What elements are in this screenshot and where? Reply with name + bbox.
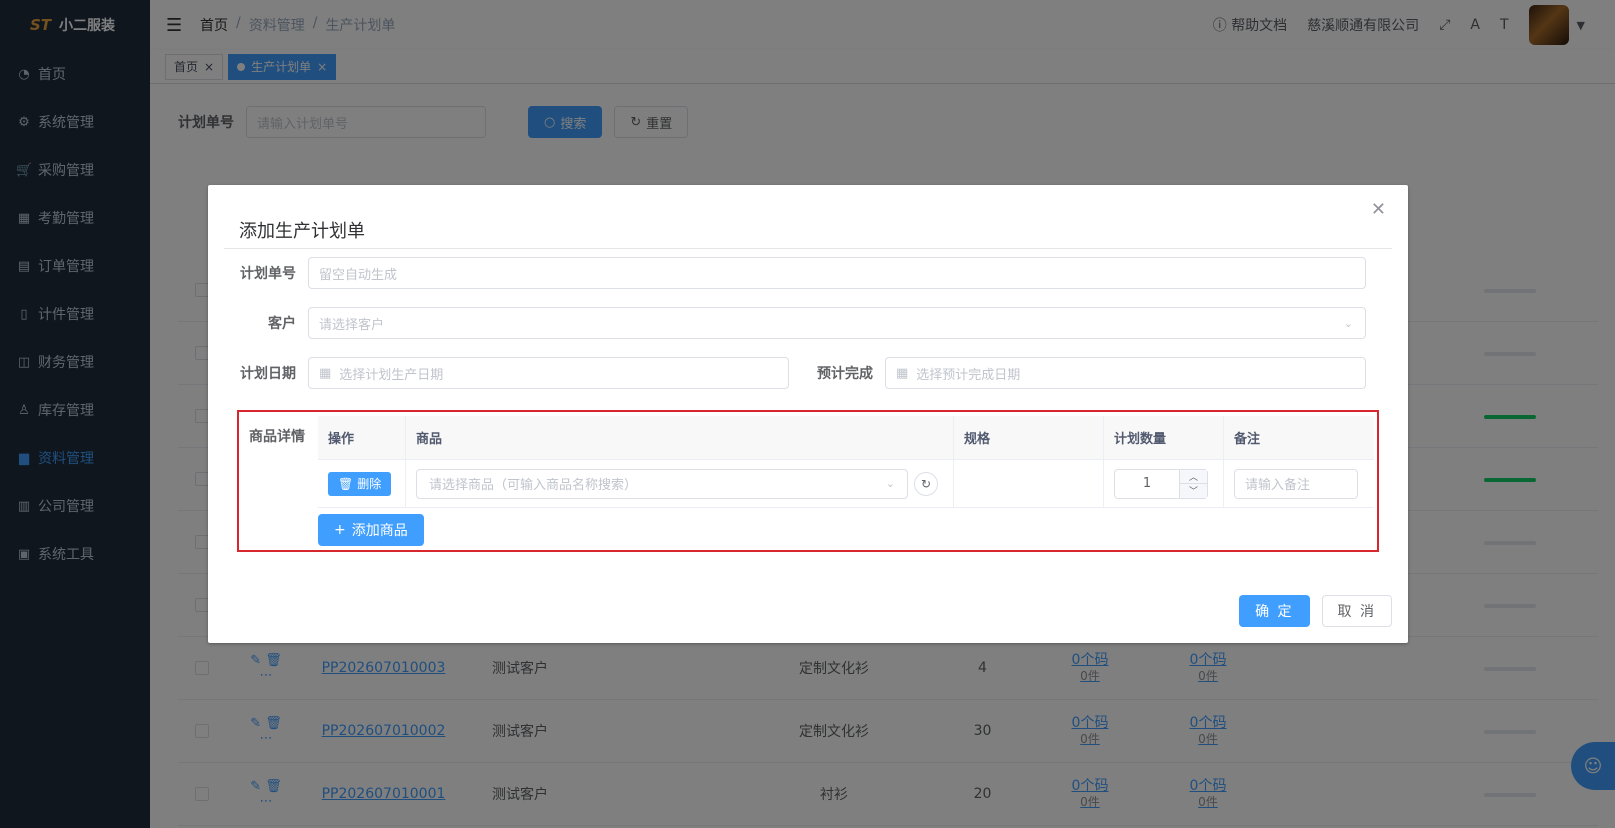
refresh-icon: ↻ [920, 476, 932, 491]
calendar-icon: ▦ [896, 365, 909, 381]
chevron-down-icon[interactable]: ﹀ [1180, 484, 1207, 498]
chevron-down-icon: ⌄ [885, 477, 895, 490]
col-spec: 规格 [954, 416, 1104, 459]
customer-placeholder: 请选择客户 [319, 317, 385, 333]
cell-note: 请输入备注 [1224, 460, 1374, 507]
details-table-header: 操作 商品 规格 计划数量 备注 [318, 416, 1374, 460]
chevron-up-icon[interactable]: ︿ [1180, 469, 1207, 484]
finish-date-placeholder: 选择预计完成日期 [916, 367, 1021, 383]
col-operation: 操作 [318, 416, 406, 459]
cell-product: 请选择商品（可输入商品名称搜索） ⌄ ↻ [406, 460, 954, 507]
col-plan-qty: 计划数量 [1104, 416, 1224, 459]
qty-controls: ︿ ﹀ [1179, 469, 1207, 498]
qty-stepper[interactable]: 1 ︿ ﹀ [1114, 468, 1208, 499]
trash-icon: 🗑 [338, 476, 354, 491]
cell-qty: 1 ︿ ﹀ [1104, 460, 1224, 507]
form-row-plan-no: 计划单号 留空自动生成 [208, 257, 1408, 289]
col-note: 备注 [1234, 432, 1261, 447]
form-row-customer: 客户 请选择客户 ⌄ [208, 307, 1408, 339]
delete-row-button[interactable]: 🗑 删除 [328, 471, 392, 496]
product-placeholder: 请选择商品（可输入商品名称搜索） [429, 478, 638, 493]
cell-operation: 🗑 删除 [318, 460, 406, 507]
col-product: 商品 [406, 416, 954, 459]
finish-date-label: 预计完成 [817, 366, 873, 382]
details-row: 🗑 删除 请选择商品（可输入商品名称搜索） ⌄ ↻ 1 ︿ ﹀ 请输入备注 [318, 460, 1374, 508]
delete-label: 删除 [357, 477, 382, 491]
plan-date-picker[interactable]: ▦ 选择计划生产日期 [308, 357, 789, 389]
cancel-button[interactable]: 取 消 [1321, 595, 1392, 627]
product-details-section: 商品详情 操作 商品 规格 计划数量 备注 🗑 删除 请选择商品（可输入商品名称搜… [237, 410, 1379, 552]
calendar-icon: ▦ [319, 365, 332, 381]
customer-select[interactable]: 请选择客户 ⌄ [308, 307, 1366, 339]
product-details-label: 商品详情 [249, 429, 305, 445]
finish-date-picker[interactable]: ▦ 选择预计完成日期 [885, 357, 1366, 389]
divider [224, 248, 1392, 249]
cell-spec [954, 460, 1104, 507]
product-select[interactable]: 请选择商品（可输入商品名称搜索） ⌄ [416, 468, 908, 499]
customer-label: 客户 [268, 316, 296, 332]
confirm-button[interactable]: 确 定 [1239, 595, 1310, 627]
dialog-footer: 确 定 取 消 [1239, 595, 1392, 627]
details-table: 操作 商品 规格 计划数量 备注 🗑 删除 请选择商品（可输入商品名称搜索） ⌄ … [318, 416, 1374, 508]
close-icon[interactable]: ✕ [1371, 199, 1386, 220]
add-product-button[interactable]: + 添加商品 [318, 514, 424, 546]
add-product-label: 添加商品 [351, 523, 408, 539]
dialog-title: 添加生产计划单 [239, 221, 365, 242]
form-row-dates: 计划日期 ▦ 选择计划生产日期 预计完成 ▦ 选择预计完成日期 [208, 357, 1408, 389]
plan-no-input[interactable]: 留空自动生成 [308, 257, 1366, 289]
plan-date-label: 计划日期 [240, 366, 296, 382]
chevron-down-icon: ⌄ [1343, 316, 1353, 330]
plan-no-label: 计划单号 [240, 266, 296, 282]
refresh-products-button[interactable]: ↻ [914, 471, 938, 496]
note-input[interactable]: 请输入备注 [1234, 468, 1358, 499]
plan-date-placeholder: 选择计划生产日期 [339, 367, 444, 383]
add-plan-dialog: 添加生产计划单 ✕ 计划单号 留空自动生成 客户 请选择客户 ⌄ 计划日期 ▦ … [208, 185, 1408, 643]
plus-icon: + [334, 522, 346, 538]
